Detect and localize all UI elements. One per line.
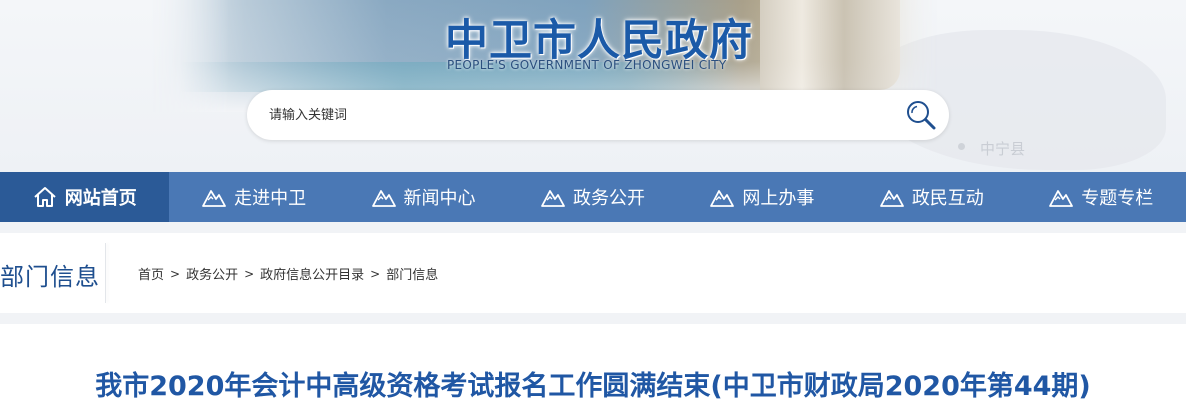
breadcrumb-bar: 部门信息 首页 > 政务公开 > 政府信息公开目录 > 部门信息 (0, 233, 1186, 313)
site-subtitle: PEOPLE'S GOVERNMENT OF ZHONGWEI CITY (447, 58, 727, 72)
breadcrumb-separator: > (244, 266, 255, 281)
nav-item-online-services[interactable]: 网上办事 (678, 172, 847, 222)
breadcrumb-separator: > (170, 266, 181, 281)
map-dot (958, 143, 965, 150)
nav-item-gov-affairs[interactable]: 政务公开 (508, 172, 677, 222)
nav-item-label: 政民互动 (911, 188, 984, 209)
mountain-icon (1049, 186, 1074, 208)
breadcrumb-gov-affairs[interactable]: 政务公开 (186, 264, 238, 283)
divider (105, 243, 106, 303)
search-box (247, 90, 949, 140)
search-input[interactable] (269, 103, 869, 127)
nav-item-news[interactable]: 新闻中心 (339, 172, 508, 222)
home-icon (33, 186, 57, 208)
nav-item-home[interactable]: 网站首页 (0, 172, 170, 222)
map-label: 中宁县 (980, 140, 1026, 158)
nav-item-interaction[interactable]: 政民互动 (847, 172, 1016, 222)
nav-item-label: 政务公开 (572, 188, 645, 209)
search-icon[interactable] (905, 99, 937, 131)
nav-item-label: 新闻中心 (403, 188, 476, 209)
breadcrumb-disclosure-catalog[interactable]: 政府信息公开目录 (260, 264, 364, 283)
breadcrumb-separator: > (370, 266, 381, 281)
breadcrumb: 首页 > 政务公开 > 政府信息公开目录 > 部门信息 (138, 264, 438, 284)
nav-item-label: 走进中卫 (234, 188, 307, 209)
mountain-icon (371, 186, 396, 208)
breadcrumb-home[interactable]: 首页 (138, 264, 164, 283)
main-nav: 网站首页 走进中卫 新闻中心 政务公开 网上办事 政民互动 专题专栏 (0, 172, 1186, 222)
mountain-icon (879, 186, 904, 208)
mountain-icon (541, 186, 565, 208)
nav-item-label: 专题专栏 (1081, 188, 1154, 209)
nav-item-label: 网站首页 (64, 188, 137, 209)
nav-item-label: 网上办事 (742, 188, 815, 209)
breadcrumb-dept-info[interactable]: 部门信息 (386, 264, 438, 283)
nav-item-topics[interactable]: 专题专栏 (1017, 172, 1186, 222)
section-title: 部门信息 (0, 263, 100, 291)
mountain-icon (202, 186, 227, 208)
mountain-icon (710, 186, 735, 208)
nav-item-about[interactable]: 走进中卫 (169, 172, 338, 222)
article: 我市2020年会计中高级资格考试报名工作圆满结束(中卫市财政局2020年第44期… (0, 324, 1186, 405)
header-banner: 中宁县 中卫市人民政府 PEOPLE'S GOVERNMENT OF ZHONG… (0, 0, 1186, 172)
article-title: 我市2020年会计中高级资格考试报名工作圆满结束(中卫市财政局2020年第44期… (95, 371, 1091, 402)
building-image (760, 0, 900, 90)
